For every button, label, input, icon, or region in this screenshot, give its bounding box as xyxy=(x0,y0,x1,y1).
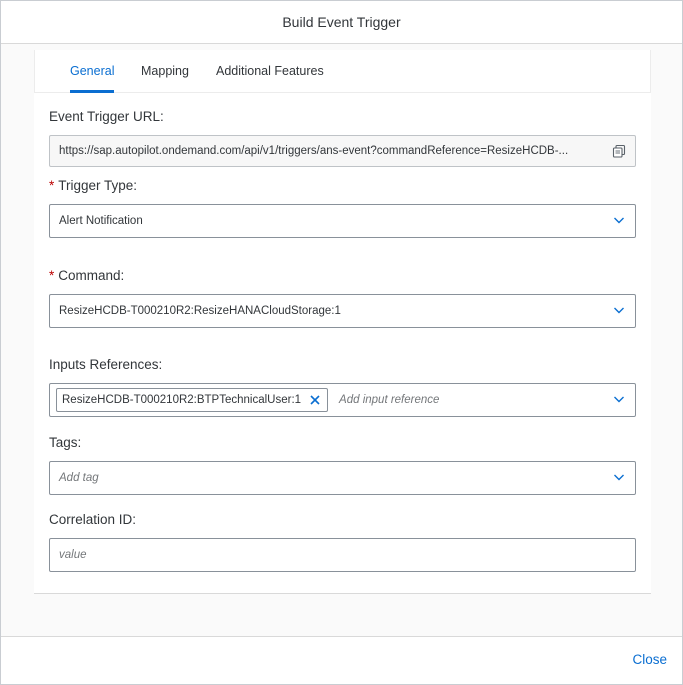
tab-general[interactable]: General xyxy=(70,64,114,78)
chevron-down-icon[interactable] xyxy=(613,304,625,316)
required-indicator: * xyxy=(49,178,55,193)
trigger-type-label: * Trigger Type: xyxy=(49,178,137,193)
tab-mapping[interactable]: Mapping xyxy=(141,64,189,78)
correlation-id-label: Correlation ID: xyxy=(49,512,137,527)
tab-bar: General Mapping Additional Features xyxy=(34,50,651,93)
command-value: ResizeHCDB-T000210R2:ResizeHANACloudStor… xyxy=(59,305,341,317)
tags-label: Tags: xyxy=(49,435,82,450)
active-tab-indicator xyxy=(70,90,114,93)
event-trigger-url-field[interactable]: https://sap.autopilot.ondemand.com/api/v… xyxy=(49,135,636,167)
build-event-trigger-dialog: Build Event Trigger General Mapping Addi… xyxy=(0,0,683,685)
dialog-header: Build Event Trigger xyxy=(1,1,682,44)
close-icon[interactable] xyxy=(308,393,322,407)
event-trigger-url-value: https://sap.autopilot.ondemand.com/api/v… xyxy=(59,145,569,157)
dialog-footer: Close xyxy=(1,636,682,684)
input-reference-token[interactable]: ResizeHCDB-T000210R2:BTPTechnicalUser:1 xyxy=(56,388,329,412)
inputs-references-multiinput[interactable]: ResizeHCDB-T000210R2:BTPTechnicalUser:1 … xyxy=(49,383,636,417)
token-label: ResizeHCDB-T000210R2:BTPTechnicalUser:1 xyxy=(62,394,302,406)
dialog-title: Build Event Trigger xyxy=(282,14,401,30)
event-trigger-url-label: Event Trigger URL: xyxy=(49,109,164,124)
chevron-down-icon[interactable] xyxy=(613,471,625,483)
command-select[interactable]: ResizeHCDB-T000210R2:ResizeHANACloudStor… xyxy=(49,294,636,328)
trigger-type-select[interactable]: Alert Notification xyxy=(49,204,636,238)
tags-multiinput[interactable]: Add tag xyxy=(49,461,636,495)
add-tag-placeholder: Add tag xyxy=(59,472,99,484)
correlation-id-input[interactable]: value xyxy=(49,538,636,572)
trigger-type-value: Alert Notification xyxy=(59,215,143,227)
dialog-content[interactable]: General Mapping Additional Features Even… xyxy=(1,44,682,636)
tab-additional-features[interactable]: Additional Features xyxy=(216,64,324,78)
correlation-id-placeholder: value xyxy=(59,549,87,561)
add-input-reference-input[interactable]: Add input reference xyxy=(339,394,439,406)
required-indicator: * xyxy=(49,268,55,283)
chevron-down-icon[interactable] xyxy=(613,393,625,405)
content-divider xyxy=(34,593,651,594)
command-label-text: Command: xyxy=(58,268,125,283)
chevron-down-icon[interactable] xyxy=(613,214,625,226)
inputs-references-label: Inputs References: xyxy=(49,357,163,372)
trigger-type-label-text: Trigger Type: xyxy=(58,178,138,193)
form-card: General Mapping Additional Features Even… xyxy=(34,50,651,594)
command-label: * Command: xyxy=(49,268,124,283)
close-button[interactable]: Close xyxy=(632,652,667,667)
copy-icon[interactable] xyxy=(612,144,626,158)
